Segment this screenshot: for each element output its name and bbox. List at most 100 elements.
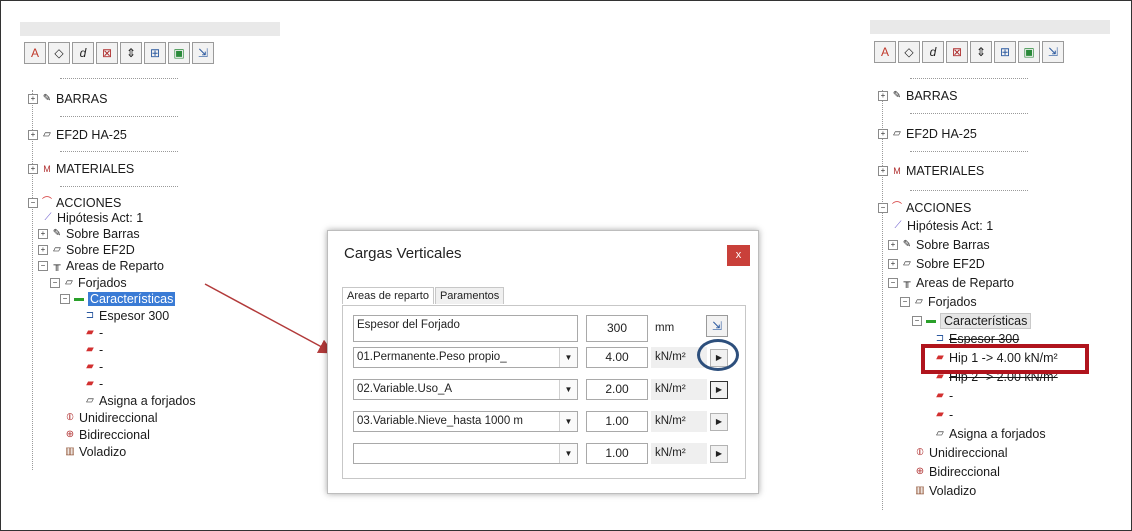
tree-item-sobre-barras[interactable]: + ✎ Sobre Barras bbox=[38, 226, 140, 242]
tree-item-load-4[interactable]: ▰ - bbox=[934, 407, 953, 423]
tree-item-sobre-barras[interactable]: + ✎ Sobre Barras bbox=[888, 237, 990, 253]
expand-icon[interactable]: + bbox=[878, 129, 888, 139]
grid-icon[interactable]: ⊞ bbox=[144, 42, 166, 64]
assign-load-button-4[interactable]: ▶ bbox=[710, 445, 728, 463]
tree-item-load-3[interactable]: ▰ - bbox=[934, 388, 953, 404]
collapse-icon[interactable]: − bbox=[888, 278, 898, 288]
settings-icon[interactable]: A bbox=[24, 42, 46, 64]
tree-item-voladizo[interactable]: ▥ Voladizo bbox=[914, 483, 976, 499]
image-icon[interactable]: ▣ bbox=[1018, 41, 1040, 63]
sort-icon[interactable]: ⇕ bbox=[970, 41, 992, 63]
tree-item-areas-reparto[interactable]: − ╥ Areas de Reparto bbox=[38, 258, 164, 274]
load-unit-4: kN/m² bbox=[651, 443, 707, 464]
distribution-icon: ╥ bbox=[53, 260, 61, 271]
sort-icon[interactable]: ⇕ bbox=[120, 42, 142, 64]
chevron-down-icon[interactable]: ▼ bbox=[559, 348, 577, 367]
tree-item-asigna[interactable]: ▱ Asigna a forjados bbox=[84, 393, 195, 409]
tree-item-hipotesis[interactable]: ⟋ Hipótesis Act: 1 bbox=[892, 218, 994, 234]
tree-item-espesor[interactable]: ⊐ Espesor 300 bbox=[84, 308, 169, 324]
chevron-down-icon[interactable]: ▼ bbox=[559, 412, 577, 431]
tree-item-ef2d[interactable]: + ▱ EF2D HA-25 bbox=[28, 127, 127, 143]
pencil-icon: ✎ bbox=[52, 228, 62, 239]
tree-item-areas-reparto[interactable]: − ╥ Areas de Reparto bbox=[888, 275, 1014, 291]
expand-icon[interactable]: + bbox=[878, 91, 888, 101]
tree-item-caracteristicas[interactable]: − ▬ Características bbox=[60, 291, 176, 307]
load-value-2[interactable]: 2.00 bbox=[586, 379, 648, 400]
tree-item-bidireccional[interactable]: ⊕ Bidireccional bbox=[64, 427, 150, 443]
tree-item-sobre-ef2d[interactable]: + ▱ Sobre EF2D bbox=[888, 256, 985, 272]
tree-item-load-4[interactable]: ▰ - bbox=[84, 376, 103, 392]
tree-item-forjados[interactable]: − ▱ Forjados bbox=[50, 275, 127, 291]
copy-icon[interactable]: d bbox=[922, 41, 944, 63]
tree-item-load-1[interactable]: ▰ - bbox=[84, 325, 103, 341]
tree-item-voladizo[interactable]: ▥ Voladizo bbox=[64, 444, 126, 460]
tree-item-caracteristicas[interactable]: − ▬ Características bbox=[912, 313, 1032, 329]
settings-icon[interactable]: A bbox=[874, 41, 896, 63]
espesor-label-field: Espesor del Forjado bbox=[353, 315, 578, 342]
tree-item-load-2[interactable]: ▰ - bbox=[84, 342, 103, 358]
espesor-value-input[interactable]: 300 bbox=[586, 315, 648, 342]
tree-item-hipotesis[interactable]: ⟋ Hipótesis Act: 1 bbox=[42, 210, 144, 226]
tree-item-forjados[interactable]: − ▱ Forjados bbox=[900, 294, 977, 310]
image-icon[interactable]: ▣ bbox=[168, 42, 190, 64]
assign-load-button-2[interactable]: ▶ bbox=[710, 381, 728, 399]
export-icon[interactable]: ⇲ bbox=[1042, 41, 1064, 63]
expand-icon[interactable]: + bbox=[28, 94, 38, 104]
tree-item-barras[interactable]: + ✎ BARRAS bbox=[878, 88, 957, 104]
load-combo-1[interactable]: 01.Permanente.Peso propio_ ▼ bbox=[353, 347, 578, 368]
tree-guide bbox=[882, 90, 883, 510]
tree-item-materiales[interactable]: + M MATERIALES bbox=[878, 163, 984, 179]
export-icon[interactable]: ⇲ bbox=[192, 42, 214, 64]
tree-item-bidireccional[interactable]: ⊕ Bidireccional bbox=[914, 464, 1000, 480]
tree-item-materiales[interactable]: + M MATERIALES bbox=[28, 161, 134, 177]
copy-icon[interactable]: d bbox=[72, 42, 94, 64]
chevron-down-icon[interactable]: ▼ bbox=[559, 380, 577, 399]
distribution-icon: ╥ bbox=[903, 277, 911, 288]
tree-item-acciones[interactable]: − ⌒ ACCIONES bbox=[28, 195, 121, 211]
assign-load-button-3[interactable]: ▶ bbox=[710, 413, 728, 431]
dialog-tabs: Areas de reparto Paramentos bbox=[342, 287, 505, 304]
tree-item-load-3[interactable]: ▰ - bbox=[84, 359, 103, 375]
load-value-1[interactable]: 4.00 bbox=[586, 347, 648, 368]
tree-item-sobre-ef2d[interactable]: + ▱ Sobre EF2D bbox=[38, 242, 135, 258]
load-value-4[interactable]: 1.00 bbox=[586, 443, 648, 464]
tree-item-acciones[interactable]: − ⌒ ACCIONES bbox=[878, 200, 971, 216]
load-combo-4[interactable]: ▼ bbox=[353, 443, 578, 464]
delete-icon[interactable]: ⊠ bbox=[96, 42, 118, 64]
expand-icon[interactable]: + bbox=[28, 164, 38, 174]
tab-areas-de-reparto[interactable]: Areas de reparto bbox=[342, 287, 434, 304]
grid-icon[interactable]: ⊞ bbox=[994, 41, 1016, 63]
panel-icon: ▱ bbox=[893, 128, 901, 139]
load-combo-3[interactable]: 03.Variable.Nieve_hasta 1000 m ▼ bbox=[353, 411, 578, 432]
expand-icon[interactable]: + bbox=[38, 245, 48, 255]
delete-icon[interactable]: ⊠ bbox=[946, 41, 968, 63]
collapse-icon[interactable]: − bbox=[878, 203, 888, 213]
chevron-down-icon[interactable]: ▼ bbox=[559, 444, 577, 463]
close-button[interactable]: x bbox=[727, 245, 750, 266]
tree-item-ef2d[interactable]: + ▱ EF2D HA-25 bbox=[878, 126, 977, 142]
expand-icon[interactable]: + bbox=[888, 259, 898, 269]
collapse-icon[interactable]: − bbox=[50, 278, 60, 288]
collapse-icon[interactable]: − bbox=[28, 198, 38, 208]
tree-item-asigna[interactable]: ▱ Asigna a forjados bbox=[934, 426, 1045, 442]
collapse-icon[interactable]: − bbox=[60, 294, 70, 304]
tree-item-unidireccional[interactable]: ⦶ Unidireccional bbox=[64, 410, 157, 426]
tab-paramentos[interactable]: Paramentos bbox=[434, 287, 505, 304]
expand-icon[interactable]: + bbox=[888, 240, 898, 250]
load-value-3[interactable]: 1.00 bbox=[586, 411, 648, 432]
export-icon[interactable]: ⇲ bbox=[706, 315, 728, 337]
tree-item-unidireccional[interactable]: ⦶ Unidireccional bbox=[914, 445, 1007, 461]
expand-icon[interactable]: + bbox=[38, 229, 48, 239]
expand-icon[interactable]: + bbox=[878, 166, 888, 176]
collapse-icon[interactable]: − bbox=[38, 261, 48, 271]
tag-icon[interactable]: ◇ bbox=[48, 42, 70, 64]
cantilever-icon: ▥ bbox=[65, 446, 75, 457]
tag-icon[interactable]: ◇ bbox=[898, 41, 920, 63]
right-toolbar: A ◇ d ⊠ ⇕ ⊞ ▣ ⇲ bbox=[874, 41, 1064, 67]
expand-icon[interactable]: + bbox=[28, 130, 38, 140]
collapse-icon[interactable]: − bbox=[912, 316, 922, 326]
tree-item-barras[interactable]: + ✎ BARRAS bbox=[28, 91, 107, 107]
load-slab-icon: ▰ bbox=[936, 390, 944, 401]
collapse-icon[interactable]: − bbox=[900, 297, 910, 307]
load-combo-2[interactable]: 02.Variable.Uso_A ▼ bbox=[353, 379, 578, 400]
